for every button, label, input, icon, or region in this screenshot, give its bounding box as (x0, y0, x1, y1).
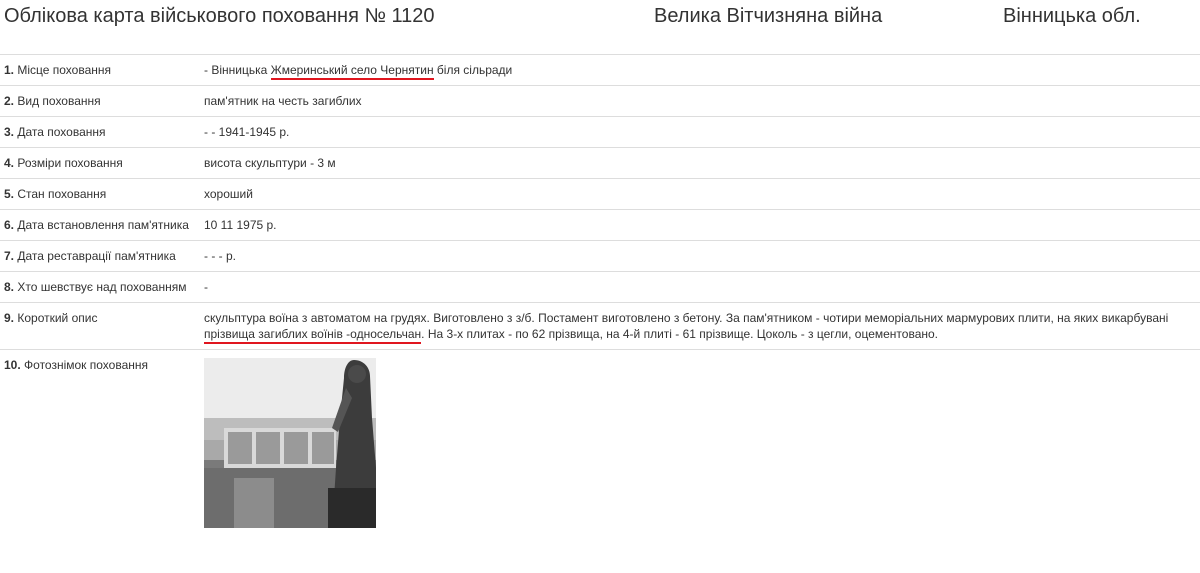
highlighted-text: Жмеринський село Чернятин (270, 63, 434, 80)
row-value: - - 1941-1945 р. (196, 116, 1200, 148)
table-row: 1. Місце поховання - Вінницька Жмеринськ… (0, 55, 1200, 86)
row-label: Вид поховання (17, 94, 101, 108)
row-value: - Вінницька (204, 63, 271, 77)
monument-photo-image (204, 358, 376, 528)
row-number: 6. (4, 218, 15, 232)
row-label: Дата реставрації пам'ятника (17, 249, 176, 263)
table-row: 6. Дата встановлення пам'ятника 10 11 19… (0, 209, 1200, 241)
row-label: Дата встановлення пам'ятника (17, 218, 189, 232)
war-label: Велика Вітчизняна війна (654, 5, 883, 27)
row-label: Хто шевствує над похованням (17, 280, 187, 294)
row-number: 2. (4, 94, 15, 108)
row-number: 3. (4, 125, 15, 139)
row-number: 10. (4, 358, 21, 372)
row-label: Розміри поховання (17, 156, 123, 170)
row-number: 9. (4, 311, 15, 325)
row-value: скульптура воїна з автоматом на грудях. … (204, 311, 1169, 325)
row-number: 7. (4, 249, 15, 263)
row-label: Фотознімок поховання (24, 358, 149, 372)
card-header: Облікова карта військового поховання № 1… (0, 0, 1200, 55)
row-label: Короткий опис (17, 311, 98, 325)
row-label: Місце поховання (17, 63, 112, 77)
highlighted-text: прізвища загиблих воїнів -односельчан (204, 327, 422, 344)
table-row: 7. Дата реставрації пам'ятника - - - р. (0, 240, 1200, 272)
burial-photo[interactable] (204, 358, 376, 528)
page-title: Облікова карта військового поховання № 1… (4, 5, 435, 27)
row-number: 4. (4, 156, 15, 170)
row-number: 1. (4, 63, 15, 77)
row-label: Стан поховання (17, 187, 107, 201)
region-label: Вінницька обл. (1003, 5, 1141, 27)
table-row: 5. Стан поховання хороший (0, 178, 1200, 210)
row-value: - - - р. (196, 240, 1200, 272)
table-row: 3. Дата поховання - - 1941-1945 р. (0, 116, 1200, 148)
row-value: 10 11 1975 р. (196, 209, 1200, 241)
burial-card-table: 1. Місце поховання - Вінницька Жмеринськ… (0, 55, 1200, 535)
row-number: 8. (4, 280, 15, 294)
row-number: 5. (4, 187, 15, 201)
row-value: біля сільради (433, 63, 513, 77)
row-value: пам'ятник на честь загиблих (196, 85, 1200, 117)
table-row: 2. Вид поховання пам'ятник на честь заги… (0, 85, 1200, 117)
table-row: 8. Хто шевствує над похованням - (0, 271, 1200, 303)
row-value: . На 3-х плитах - по 62 прізвища, на 4-й… (421, 327, 939, 341)
table-row: 9. Короткий опис скульптура воїна з авто… (0, 302, 1200, 350)
row-label: Дата поховання (17, 125, 106, 139)
table-row: 4. Розміри поховання висота скульптури -… (0, 147, 1200, 179)
table-row: 10. Фотознімок поховання (0, 350, 1200, 536)
row-value: - (196, 271, 1200, 303)
row-value: висота скульптури - 3 м (196, 147, 1200, 179)
row-value: хороший (196, 178, 1200, 210)
